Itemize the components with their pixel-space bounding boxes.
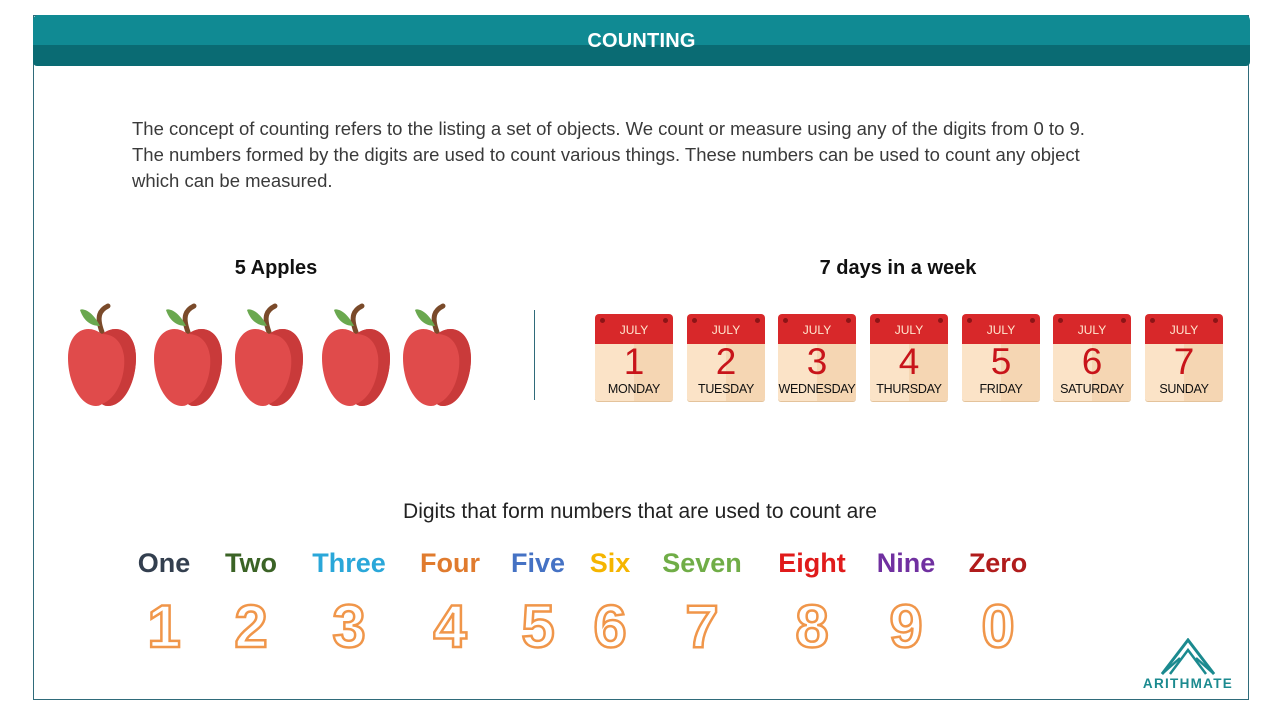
calendar-day-name: THURSDAY (876, 382, 942, 396)
digit-word: Three (312, 548, 386, 578)
calendar-day-number: 3 (806, 341, 828, 382)
calendar-month: JULY (1077, 323, 1107, 337)
digit-numeral: 8 (794, 592, 830, 662)
digit-numeral: 0 (980, 592, 1016, 662)
calendar-month: JULY (1169, 323, 1199, 337)
digit-numeral: 7 (684, 592, 720, 662)
section-divider (534, 310, 535, 400)
intro-line: The numbers formed by the digits are use… (132, 144, 1080, 165)
calendar-icon: JULY 7 SUNDAY (1145, 314, 1223, 401)
calendar-icon: JULY 1 MONDAY (595, 314, 673, 401)
calendar-day-name: SUNDAY (1159, 382, 1209, 396)
logo-text: ARITHMATE (1142, 676, 1234, 691)
calendar-day-number: 6 (1081, 341, 1103, 382)
apple-icon (152, 302, 224, 408)
calendar-day-name: FRIDAY (979, 382, 1023, 396)
calendar-month: JULY (711, 323, 741, 337)
digit-word: Two (225, 548, 277, 578)
intro-paragraph: The concept of counting refers to the li… (132, 116, 1172, 194)
calendar-day-number: 1 (623, 341, 645, 382)
apples-heading: 5 Apples (234, 257, 318, 279)
digits-caption: Digits that form numbers that are used t… (403, 500, 877, 523)
digit-numeral: 6 (592, 592, 628, 662)
digit-word: Seven (662, 548, 742, 578)
calendar-month: JULY (619, 323, 649, 337)
calendar-month: JULY (986, 323, 1016, 337)
calendar-icon: JULY 6 SATURDAY (1053, 314, 1131, 401)
page-title: COUNTING (587, 30, 696, 52)
digit-numeral: 2 (233, 592, 269, 662)
calendar-month: JULY (894, 323, 924, 337)
calendar-day-number: 5 (990, 341, 1012, 382)
calendar-icon: JULY 4 THURSDAY (870, 314, 948, 401)
intro-line: which can be measured. (132, 170, 333, 191)
calendar-icon: JULY 3 WEDNESDAY (778, 314, 856, 401)
digit-numeral: 9 (888, 592, 924, 662)
digit-word: Zero (968, 548, 1028, 578)
intro-line: The concept of counting refers to the li… (132, 118, 1085, 139)
calendar-day-number: 7 (1173, 341, 1195, 382)
calendar-day-number: 2 (715, 341, 737, 382)
apple-icon (66, 302, 138, 408)
digit-numeral: 1 (146, 592, 182, 662)
week-heading: 7 days in a week (819, 257, 977, 279)
apple-icon (320, 302, 392, 408)
calendar-icon: JULY 2 TUESDAY (687, 314, 765, 401)
calendar-day-name: WEDNESDAY (778, 382, 856, 396)
calendar-day-name: MONDAY (607, 382, 661, 396)
calendar-month: JULY (802, 323, 832, 337)
calendar-day-name: TUESDAY (697, 382, 754, 396)
digit-numeral: 4 (432, 592, 468, 662)
digit-numeral: 3 (331, 592, 367, 662)
calendar-day-number: 4 (898, 341, 920, 382)
calendar-day-name: SATURDAY (1060, 382, 1124, 396)
calendar-icon: JULY 5 FRIDAY (962, 314, 1040, 401)
title-bar: COUNTING (33, 15, 1250, 66)
apple-icon (233, 302, 305, 408)
apple-icon (401, 302, 473, 408)
